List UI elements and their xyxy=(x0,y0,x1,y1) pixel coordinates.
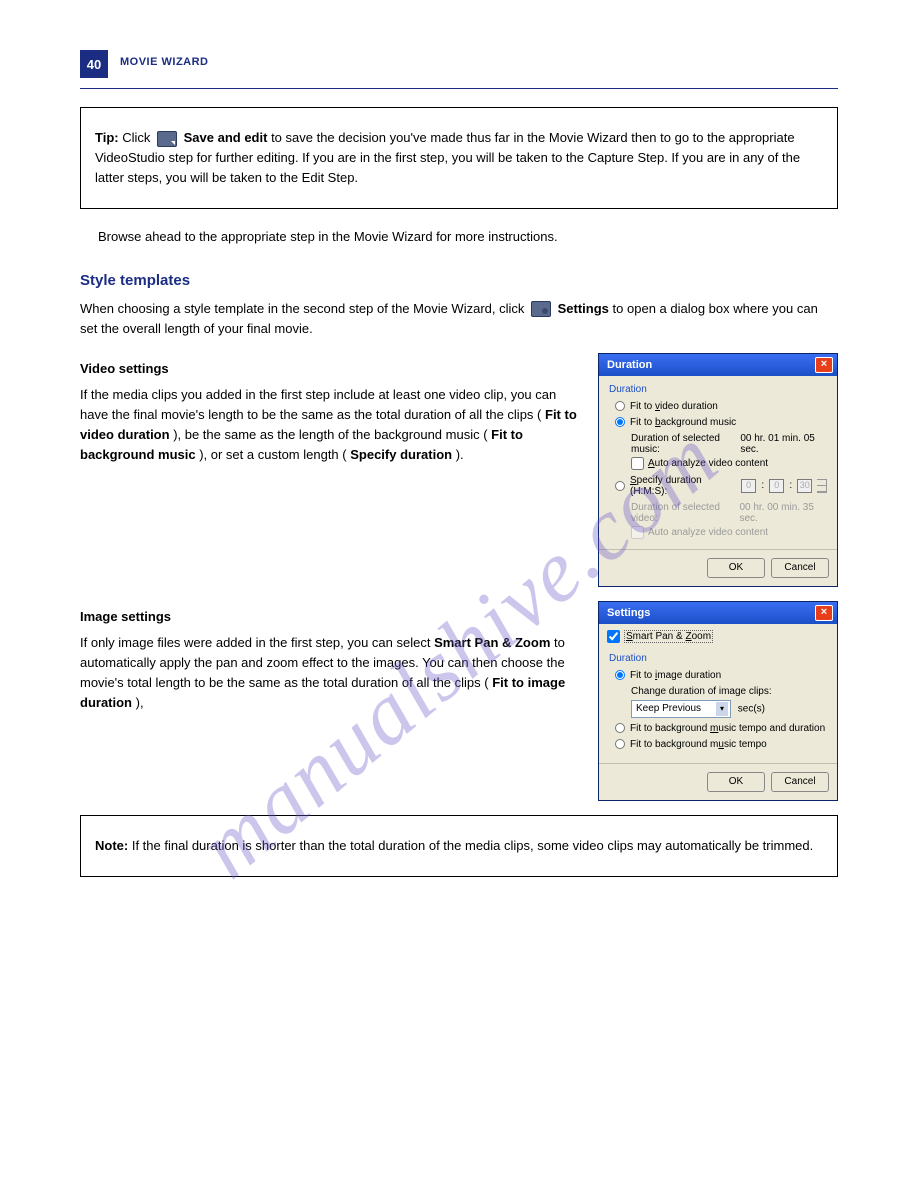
radio-fit-music-tempo-duration-input[interactable] xyxy=(615,723,625,733)
radio-specify-label: Specify duration (H:M:S): xyxy=(630,475,736,497)
radio-fit-video-label: Fit to video duration xyxy=(630,401,718,412)
duration-group-label: Duration xyxy=(609,384,827,395)
img-para-a: If only image files were added in the fi… xyxy=(80,635,434,650)
settings-dialog-title: Settings xyxy=(607,607,650,619)
keep-previous-dropdown[interactable]: Keep Previous ▾ xyxy=(631,700,731,718)
radio-fit-image-input[interactable] xyxy=(615,670,625,680)
smart-pan-zoom-label: Smart Pan & Zoom xyxy=(434,635,550,650)
smart-pan-zoom-checkbox-label: Smart Pan & Zoom xyxy=(624,630,713,643)
section-title: MOVIE WIZARD xyxy=(120,50,209,68)
settings-dialog: Settings × Smart Pan & Zoom Duration Fit… xyxy=(598,601,838,801)
auto-analyze-row-2: Auto analyze video content xyxy=(631,526,827,539)
note-label: Note: xyxy=(95,838,128,853)
duration-dialog: Duration × Duration Fit to video duratio… xyxy=(598,353,838,587)
page-number: 40 xyxy=(87,57,101,72)
image-settings-title: Image settings xyxy=(80,607,580,627)
page-number-box: 40 xyxy=(80,50,108,78)
step2-browse-text: Browse ahead to the appropriate step in … xyxy=(98,227,838,247)
radio-fit-image-label: Fit to image duration xyxy=(630,670,721,681)
radio-specify-input[interactable] xyxy=(615,481,625,491)
smart-pan-zoom-row[interactable]: Smart Pan & Zoom xyxy=(599,624,837,645)
settings-icon xyxy=(531,301,551,317)
ok-button[interactable]: OK xyxy=(707,772,765,792)
video-settings-title: Video settings xyxy=(80,359,580,379)
radio-fit-music-input[interactable] xyxy=(615,417,625,427)
radio-fit-music[interactable]: Fit to background music xyxy=(615,417,827,428)
auto-analyze-checkbox-2 xyxy=(631,526,644,539)
auto-analyze-label-2: Auto analyze video content xyxy=(648,527,768,538)
dropdown-unit: sec(s) xyxy=(738,703,765,714)
music-duration-value: 00 hr. 01 min. 05 sec. xyxy=(740,433,827,455)
style-templates-heading: Style templates xyxy=(80,272,838,289)
tip-box: Tip: Click Save and edit to save the dec… xyxy=(80,107,838,209)
radio-fit-video[interactable]: Fit to video duration xyxy=(615,401,827,412)
note-box: Note: If the final duration is shorter t… xyxy=(80,815,838,877)
para1-a: When choosing a style template in the se… xyxy=(80,301,528,316)
chevron-down-icon: ▾ xyxy=(716,702,728,716)
radio-fit-music-tempo-input[interactable] xyxy=(615,739,625,749)
auto-analyze-label-1: Auto analyze video content xyxy=(648,458,768,469)
cancel-button[interactable]: Cancel xyxy=(771,558,829,578)
tip-text-a: Click xyxy=(122,130,154,145)
radio-fit-music-tempo-duration-label: Fit to background music tempo and durati… xyxy=(630,723,825,734)
vid-para-a: If the media clips you added in the firs… xyxy=(80,387,556,422)
para1-settings-label: Settings xyxy=(558,301,609,316)
radio-fit-video-input[interactable] xyxy=(615,401,625,411)
radio-fit-music-tempo[interactable]: Fit to background music tempo xyxy=(615,739,827,750)
auto-analyze-row-1[interactable]: Auto analyze video content xyxy=(631,457,827,470)
tip-save-edit-label: Save and edit xyxy=(184,130,268,145)
change-duration-label: Change duration of image clips: xyxy=(631,686,827,697)
auto-analyze-checkbox-1[interactable] xyxy=(631,457,644,470)
smart-pan-zoom-checkbox[interactable] xyxy=(607,630,620,643)
close-icon[interactable]: × xyxy=(815,605,833,621)
header-divider xyxy=(80,88,838,89)
radio-fit-music-label: Fit to background music xyxy=(630,417,736,428)
settings-group-label: Duration xyxy=(609,653,827,664)
vid-para-d: ). xyxy=(456,447,464,462)
video-duration-label: Duration of selected video: xyxy=(631,502,739,524)
radio-fit-music-tempo-label: Fit to background music tempo xyxy=(630,739,767,750)
save-and-edit-icon xyxy=(157,131,177,147)
dropdown-value: Keep Previous xyxy=(636,703,701,714)
duration-dialog-title: Duration xyxy=(607,359,652,371)
vid-para-b: ), be the same as the length of the back… xyxy=(173,427,487,442)
duration-dialog-titlebar: Duration × xyxy=(599,354,837,376)
hours-input[interactable]: 0 xyxy=(741,479,756,493)
music-duration-label: Duration of selected music: xyxy=(631,433,740,455)
close-icon[interactable]: × xyxy=(815,357,833,373)
cancel-button[interactable]: Cancel xyxy=(771,772,829,792)
img-para-c: ), xyxy=(136,695,144,710)
radio-fit-image[interactable]: Fit to image duration xyxy=(615,670,827,681)
radio-specify[interactable]: Specify duration (H:M:S): 0: 0: 30 xyxy=(615,475,827,497)
minutes-input[interactable]: 0 xyxy=(769,479,784,493)
duration-spinner[interactable] xyxy=(817,479,827,493)
vid-para-c: ), or set a custom length ( xyxy=(199,447,346,462)
ok-button[interactable]: OK xyxy=(707,558,765,578)
specify-label: Specify duration xyxy=(350,447,452,462)
radio-fit-music-tempo-duration[interactable]: Fit to background music tempo and durati… xyxy=(615,723,827,734)
tip-label: Tip: xyxy=(95,130,119,145)
settings-dialog-titlebar: Settings × xyxy=(599,602,837,624)
note-text: If the final duration is shorter than th… xyxy=(132,838,813,853)
video-duration-value: 00 hr. 00 min. 35 sec. xyxy=(739,502,827,524)
seconds-input[interactable]: 30 xyxy=(797,479,812,493)
